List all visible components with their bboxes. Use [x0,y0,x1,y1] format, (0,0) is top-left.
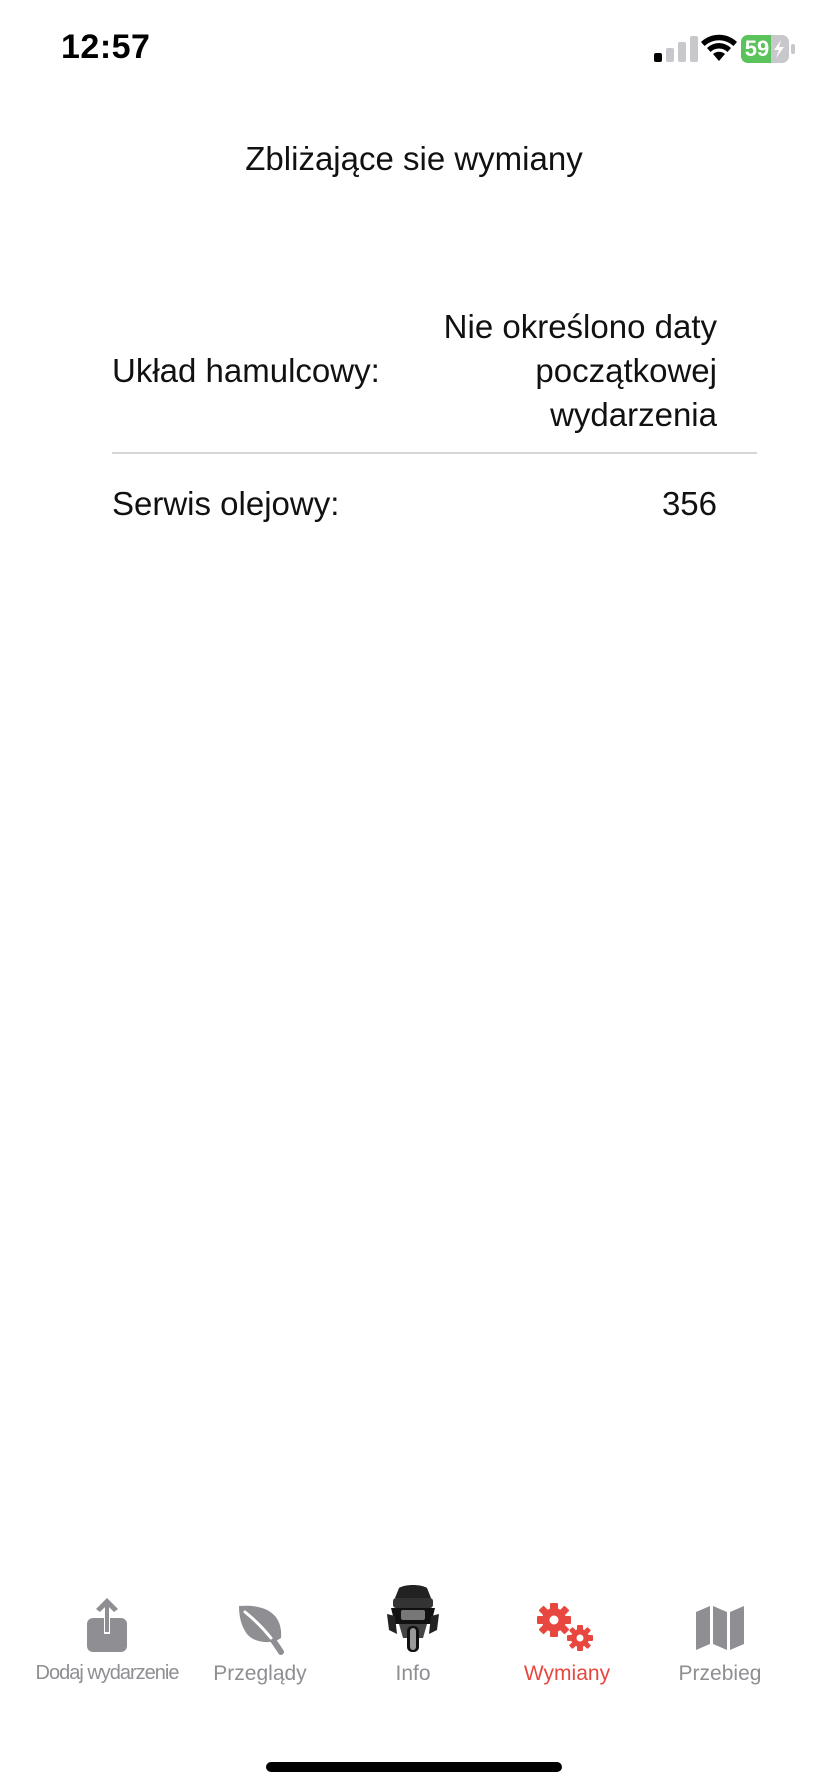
tab-mileage[interactable]: Przebieg [640,1590,800,1700]
tab-label: Przebieg [678,1662,762,1685]
gears-icon [537,1603,593,1651]
status-time: 12:57 [61,28,151,66]
tab-replacements[interactable]: Wymiany [487,1590,647,1700]
tab-inspections[interactable]: Przeglądy [180,1590,340,1700]
row-label: Serwis olejowy: [112,485,340,522]
tab-label: Info [395,1662,431,1685]
wifi-icon [701,34,737,61]
list-item-brakes[interactable]: Układ hamulcowy: Nie określono daty pocz… [112,290,757,452]
status-bar: 12:57 59 [0,0,828,100]
page-title: Zbliżające sie wymiany [245,140,583,177]
leaf-icon [239,1605,284,1655]
row-label: Układ hamulcowy: [112,352,380,389]
battery-icon: 59 [741,35,797,63]
tab-label: Wymiany [523,1662,611,1685]
row-value-line: Nie określono daty [443,308,717,345]
row-value-line: początkowej [535,352,717,389]
map-icon [696,1606,744,1650]
list-item-oil-service[interactable]: Serwis olejowy: 356 [112,454,757,554]
tab-bar: Dodaj wydarzenie Przeglądy Info Wymiany … [0,1585,828,1700]
tab-add-event[interactable]: Dodaj wydarzenie [27,1590,187,1700]
home-indicator[interactable] [266,1762,562,1772]
share-upload-icon [87,1598,127,1652]
battery-level: 59 [744,36,770,61]
row-value-line: wydarzenia [550,396,717,433]
row-value: 356 [661,485,717,522]
tab-label: Dodaj wydarzenie [35,1662,180,1684]
motorcycle-rider-icon [387,1585,439,1652]
tab-label: Przeglądy [213,1662,307,1685]
tab-info[interactable]: Info [333,1585,493,1700]
replacements-list: Układ hamulcowy: Nie określono daty pocz… [112,290,757,554]
cellular-signal-icon [654,36,698,62]
row-value: Nie określono daty początkowej wydarzeni… [417,305,757,437]
